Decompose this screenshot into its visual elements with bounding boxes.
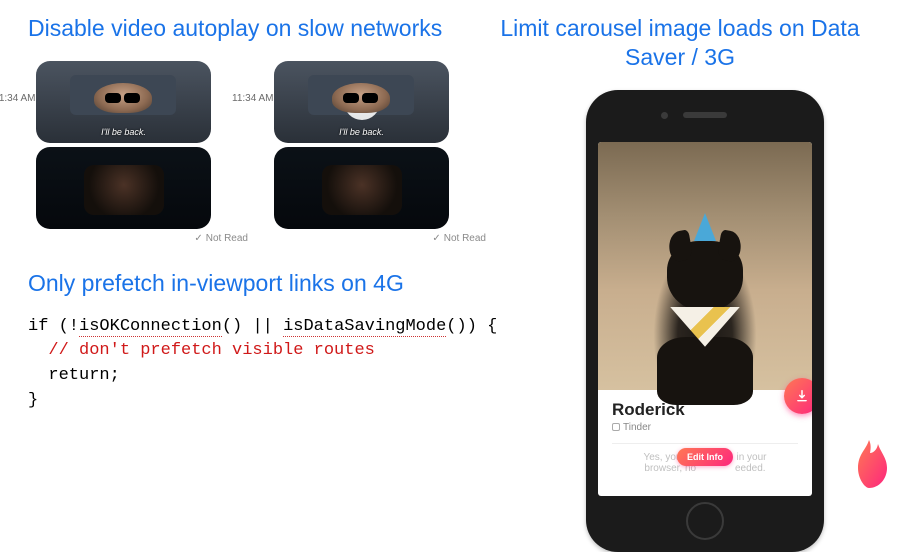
play-icon[interactable]	[344, 170, 380, 206]
timestamp: 11:34 AM	[0, 93, 36, 104]
heading-carousel: Limit carousel image loads on Data Saver…	[500, 14, 910, 72]
dog-illustration	[645, 241, 765, 391]
chat-no-overlay: 11:34 AM I'll be back. ✓Not Read	[36, 61, 250, 244]
code-comment: // don't prefetch visible routes	[28, 341, 375, 360]
profile-subtitle: Tinder	[612, 422, 798, 433]
code-fn-isdatasavingmode: isDataSavingMode	[283, 317, 446, 337]
edit-info-button[interactable]: Edit Info	[677, 448, 733, 466]
video-message-1: I'll be back.	[36, 61, 211, 143]
sunglasses-icon	[343, 93, 380, 103]
profile-photo[interactable]	[598, 142, 812, 390]
phone-speaker	[683, 112, 727, 118]
party-hat-icon	[694, 213, 716, 241]
download-fab[interactable]	[784, 378, 812, 414]
video-message-1: I'll be back.	[274, 61, 449, 143]
video-caption: I'll be back.	[274, 127, 449, 137]
home-button[interactable]	[686, 502, 724, 540]
heading-prefetch: Only prefetch in-viewport links on 4G	[28, 270, 500, 297]
heading-autoplay: Disable video autoplay on slow networks	[28, 14, 500, 43]
sunglasses-icon	[105, 93, 142, 103]
check-icon: ✓	[194, 233, 202, 244]
phone-camera	[661, 112, 668, 119]
chat-examples: 11:34 AM I'll be back. ✓Not Read 11:34 A…	[28, 61, 500, 244]
phone-screen: Roderick Tinder Yes, you can in your bro…	[598, 142, 812, 496]
code-snippet: if (!isOKConnection() || isDataSavingMod…	[28, 315, 500, 414]
video-caption: I'll be back.	[36, 127, 211, 137]
read-status: ✓Not Read	[36, 233, 250, 244]
video-message-2	[36, 147, 211, 229]
chat-with-overlay: 11:34 AM I'll be back. ✓Not Read	[274, 61, 488, 244]
app-icon	[612, 423, 620, 431]
tinder-logo-icon	[846, 438, 892, 492]
timestamp: 11:34 AM	[232, 93, 274, 104]
arrow-down-icon	[795, 389, 809, 403]
code-fn-isokconnection: isOKConnection	[79, 317, 222, 337]
video-message-2	[274, 147, 449, 229]
read-status: ✓Not Read	[274, 233, 488, 244]
phone-mockup: Roderick Tinder Yes, you can in your bro…	[586, 90, 824, 552]
profile-description: Yes, you can in your browser, no eeded. …	[612, 452, 798, 474]
check-icon: ✓	[432, 233, 440, 244]
